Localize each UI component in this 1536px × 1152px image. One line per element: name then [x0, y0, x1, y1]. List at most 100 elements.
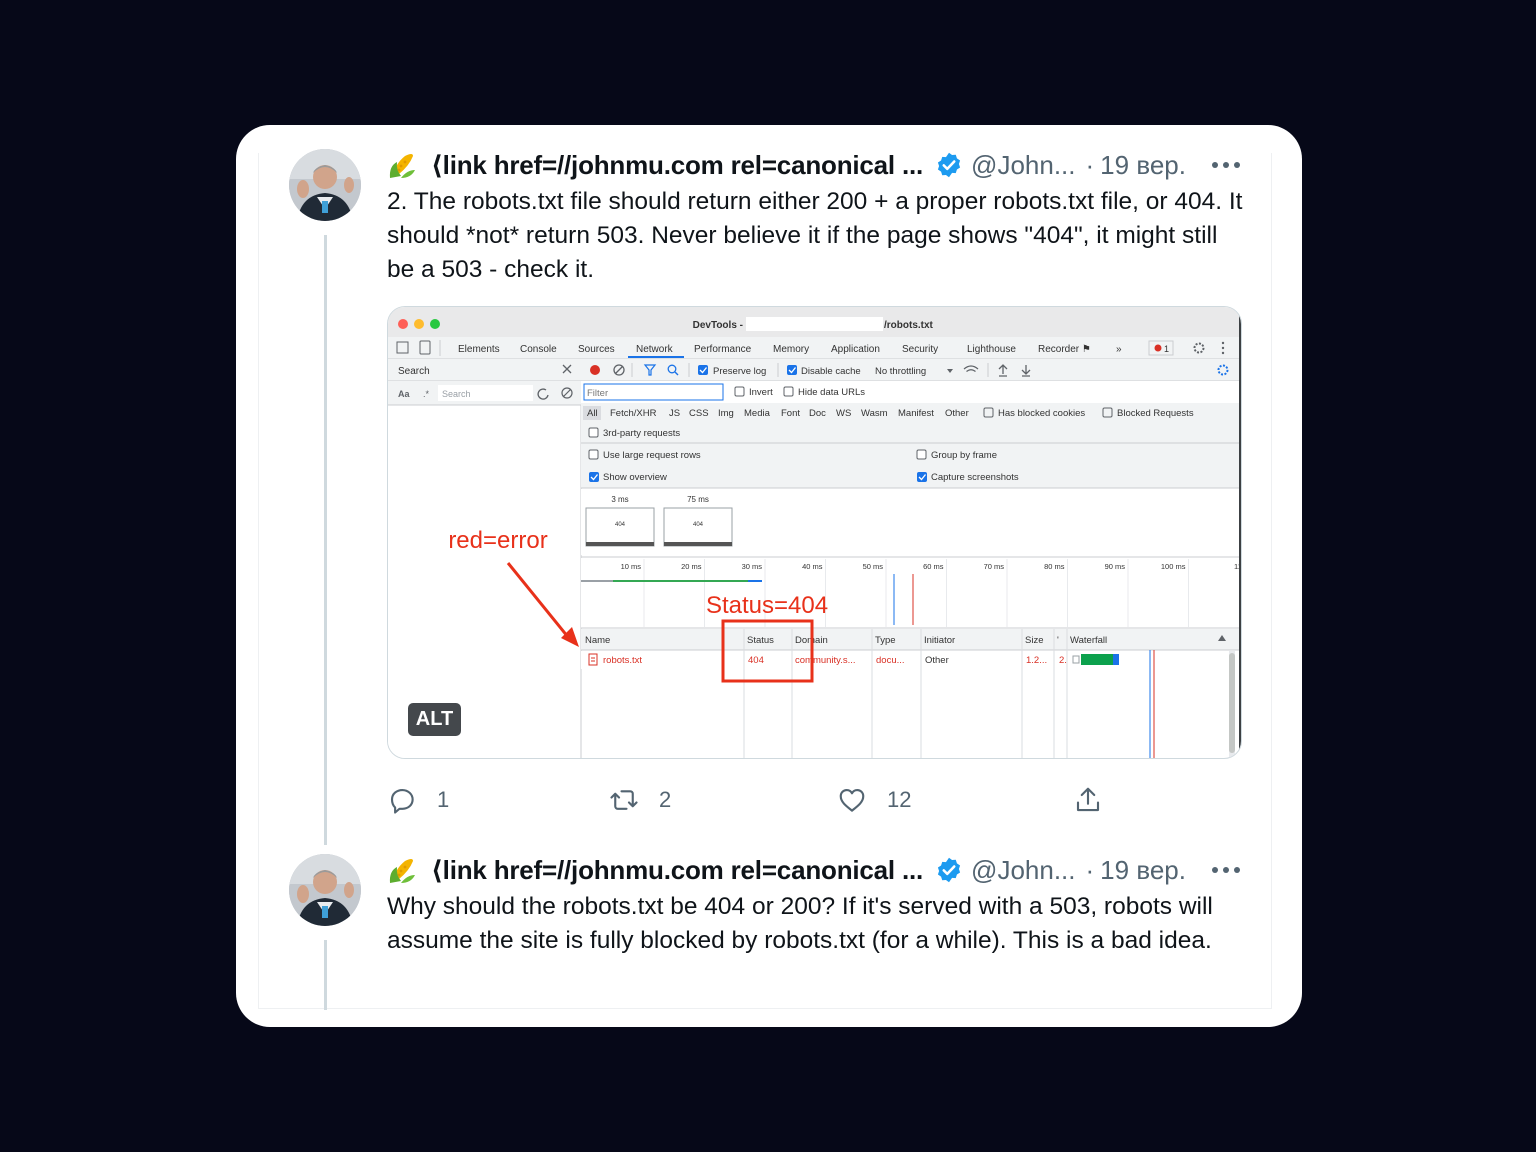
thread-connector-line: [324, 940, 327, 1010]
preserve-log-checkbox[interactable]: [698, 365, 708, 375]
timeline-tick-label: 70 ms: [984, 562, 1005, 571]
timeline-tick-label: 50 ms: [863, 562, 884, 571]
capture-screenshots-checkbox[interactable]: [917, 472, 927, 482]
timeline-tick-label: 60 ms: [923, 562, 944, 571]
column-header[interactable]: Initiator: [924, 635, 955, 646]
devtools-tab[interactable]: Security: [902, 344, 938, 355]
timeline-tick-label: 30 ms: [742, 562, 763, 571]
tweet-text: 2. The robots.txt file should return eit…: [387, 188, 1243, 283]
column-header[interactable]: Waterfall: [1070, 635, 1107, 646]
type-filter-button[interactable]: CSS: [689, 408, 709, 419]
type-filter-button[interactable]: Img: [718, 408, 734, 419]
column-header[interactable]: Name: [585, 635, 610, 646]
devtools-tab[interactable]: Lighthouse: [967, 344, 1016, 355]
record-button-icon[interactable]: [590, 365, 600, 375]
author-display-name[interactable]: ⟨link href=//johnmu.com rel=canonical ..…: [431, 150, 923, 181]
throttling-select[interactable]: No throttling: [875, 366, 926, 377]
devtools-tab[interactable]: Performance: [694, 344, 752, 355]
filmstrip-frame-label: 404: [693, 522, 704, 528]
row-name[interactable]: robots.txt: [603, 655, 642, 666]
tweet-media-image[interactable]: DevTools - /robots.txt Elements Console So…: [387, 306, 1242, 759]
type-filter-button[interactable]: Fetch/XHR: [610, 408, 657, 419]
search-input-placeholder: Search: [442, 389, 471, 399]
more-options-icon[interactable]: [1210, 155, 1242, 175]
more-options-icon[interactable]: [1210, 860, 1242, 880]
request-table-header: [581, 629, 1241, 650]
large-rows-checkbox[interactable]: [588, 449, 599, 460]
hide-data-urls-label: Hide data URLs: [798, 387, 865, 398]
show-overview-checkbox[interactable]: [589, 472, 599, 482]
devtools-window-title: DevTools -: [693, 320, 743, 331]
author-handle[interactable]: @John...: [971, 150, 1075, 181]
group-by-frame-checkbox[interactable]: [916, 449, 927, 460]
match-case-toggle[interactable]: Aa: [398, 389, 410, 399]
timeline-tick-label: 100 ms: [1161, 562, 1186, 571]
devtools-tab[interactable]: Network: [636, 344, 674, 355]
share-button[interactable]: [1073, 780, 1123, 820]
show-overview-label: Show overview: [603, 472, 667, 483]
type-filter-button[interactable]: All: [587, 408, 598, 419]
alt-badge[interactable]: ALT: [408, 703, 461, 736]
tweet-header: ⟨link href=//johnmu.com rel=canonical ..…: [387, 147, 1186, 183]
kebab-menu-icon[interactable]: [1221, 341, 1225, 345]
type-filter-button[interactable]: Other: [945, 408, 969, 419]
search-panel: [388, 359, 581, 758]
devtools-tab[interactable]: Sources: [578, 344, 615, 355]
tweet-timestamp[interactable]: 19 вер.: [1100, 150, 1186, 181]
type-filter-button[interactable]: WS: [836, 408, 851, 419]
share-icon: [1076, 787, 1100, 812]
row-initiator: Other: [925, 655, 949, 666]
devtools-tab[interactable]: Recorder ⚑: [1038, 344, 1091, 355]
devtools-tab[interactable]: Console: [520, 344, 557, 355]
avatar[interactable]: [289, 149, 361, 221]
window-maximize-icon: [430, 319, 440, 329]
type-filter-button[interactable]: Media: [744, 408, 771, 419]
column-header[interactable]: Size: [1025, 635, 1043, 646]
column-header[interactable]: Type: [875, 635, 896, 646]
disable-cache-label: Disable cache: [801, 366, 861, 377]
type-filter-button[interactable]: Wasm: [861, 408, 888, 419]
type-filter-button[interactable]: JS: [669, 408, 680, 419]
waterfall-bar-green: [1081, 654, 1113, 665]
avatar[interactable]: [289, 854, 361, 926]
regex-toggle[interactable]: .*: [423, 389, 430, 399]
annotation-status-404: Status=404: [706, 592, 828, 619]
row-status: 404: [748, 655, 764, 666]
author-display-name[interactable]: ⟨link href=//johnmu.com rel=canonical ..…: [431, 855, 923, 886]
disable-cache-checkbox[interactable]: [787, 365, 797, 375]
author-handle[interactable]: @John...: [971, 855, 1075, 886]
thread-connector-line: [324, 235, 327, 845]
error-count: 1: [1164, 344, 1169, 354]
filmstrip-time: 75 ms: [687, 495, 709, 504]
column-header[interactable]: ': [1057, 635, 1059, 646]
type-filter-button[interactable]: Manifest: [898, 408, 934, 419]
devtools-tab[interactable]: Application: [831, 344, 880, 355]
filter-input-placeholder: Filter: [587, 388, 608, 399]
timeline-tick-label: 10 ms: [621, 562, 642, 571]
redacted-url-block: [746, 317, 883, 331]
window-minimize-icon: [414, 319, 424, 329]
type-filter-button[interactable]: Doc: [809, 408, 826, 419]
like-button[interactable]: 12: [837, 780, 911, 820]
timeline-tick-label: 40 ms: [802, 562, 823, 571]
table-row[interactable]: [581, 651, 1231, 669]
third-party-checkbox[interactable]: [588, 427, 599, 438]
error-icon: [1154, 344, 1162, 352]
devtools-window-title-suffix: /robots.txt: [884, 320, 934, 331]
has-blocked-cookies-label: Has blocked cookies: [998, 408, 1085, 419]
third-party-label: 3rd-party requests: [603, 428, 680, 439]
retweet-button[interactable]: 2: [609, 780, 671, 820]
devtools-tab[interactable]: Elements: [458, 344, 500, 355]
waterfall-queue: [1072, 655, 1080, 664]
reply-button[interactable]: 1: [387, 780, 449, 820]
devtools-tabbar: [388, 337, 1241, 359]
tweet-timestamp[interactable]: 19 вер.: [1100, 855, 1186, 886]
capture-screenshots-label: Capture screenshots: [931, 472, 1019, 483]
column-header[interactable]: Status: [747, 635, 774, 646]
devtools-tab[interactable]: Memory: [773, 344, 809, 355]
tweet-header: ⟨link href=//johnmu.com rel=canonical ..…: [387, 852, 1186, 888]
devtools-tab[interactable]: »: [1116, 344, 1122, 355]
avatar-photo-icon: [289, 854, 361, 926]
filmstrip-frame-label: 404: [615, 522, 626, 528]
type-filter-button[interactable]: Font: [781, 408, 800, 419]
